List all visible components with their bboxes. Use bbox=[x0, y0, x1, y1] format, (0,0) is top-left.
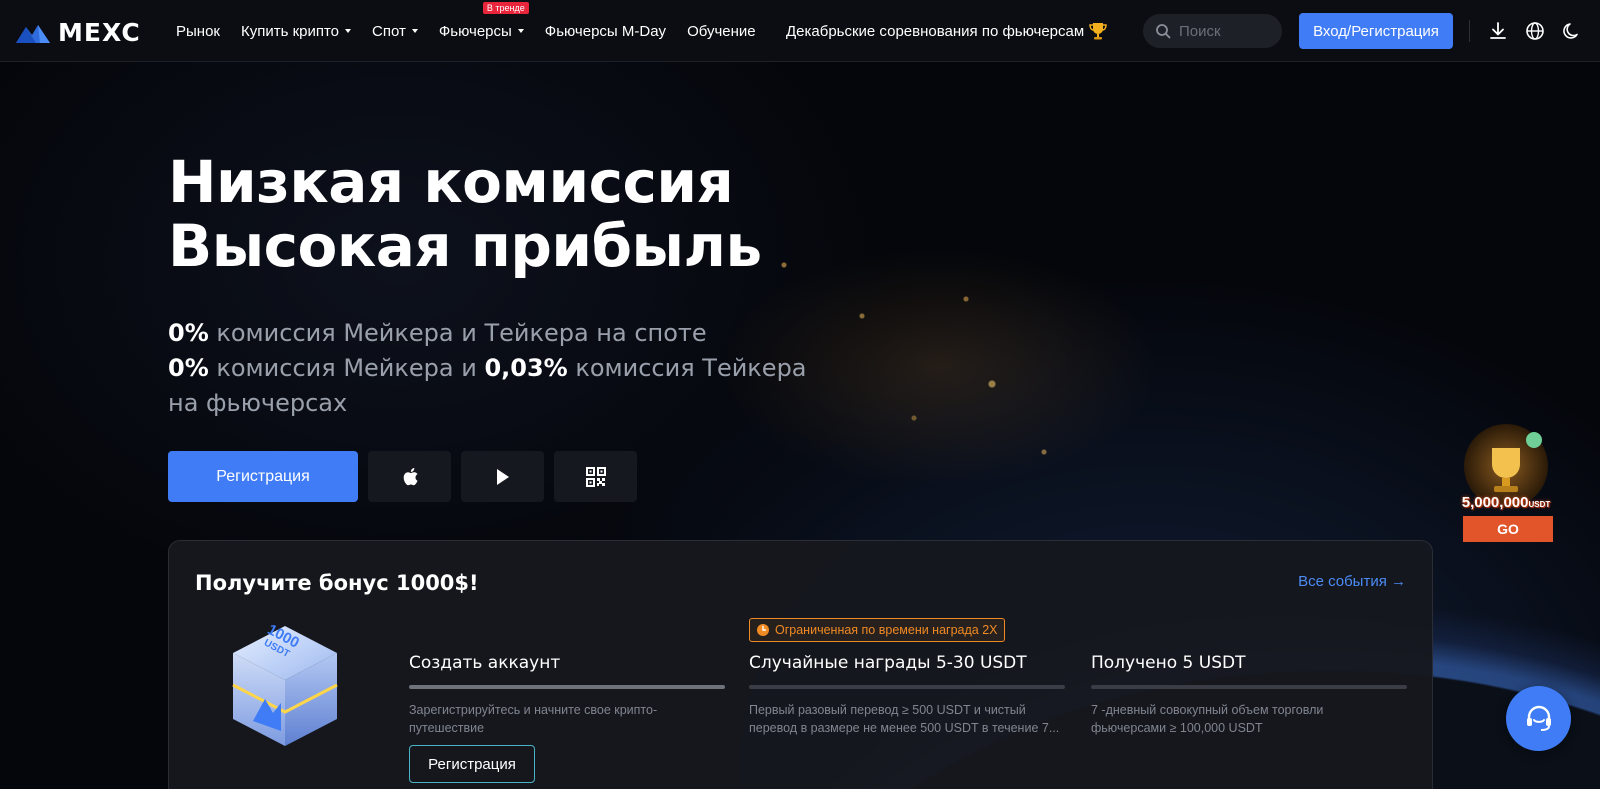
spot-fee-value: 0% bbox=[168, 319, 209, 347]
nav-label: Рынок bbox=[176, 22, 220, 40]
spot-fee-text: комиссия Мейкера и Тейкера на споте bbox=[208, 319, 707, 347]
limited-time-badge: Ограниченная по времени награда 2X bbox=[749, 618, 1005, 642]
step-progress-bar bbox=[409, 685, 725, 689]
hero-subtitle-line2: 0% комиссия Мейкера и 0,03% комиссия Тей… bbox=[168, 351, 808, 421]
step-register-button[interactable]: Регистрация bbox=[409, 745, 535, 783]
nav-item-buy-crypto[interactable]: Купить крипто bbox=[240, 22, 352, 40]
prize-amount: 5,000,000USDT bbox=[1454, 494, 1558, 511]
nav-item-spot[interactable]: Спот bbox=[372, 23, 418, 40]
hero-title-line2: Высокая прибыль bbox=[168, 212, 762, 280]
logo-text: MEXC bbox=[58, 18, 141, 47]
nav-item-learn[interactable]: Обучение bbox=[687, 23, 756, 40]
step-progress-bar bbox=[1091, 685, 1407, 689]
nav-label: Спот bbox=[372, 22, 406, 40]
hero-subtitle-line1: 0% комиссия Мейкера и Тейкера на споте bbox=[168, 316, 808, 351]
main-nav: Рынок Купить крипто Спот В тренде Фьючер… bbox=[176, 0, 756, 62]
chevron-down-icon bbox=[345, 29, 352, 33]
google-play-icon[interactable] bbox=[461, 451, 544, 502]
qr-code-icon[interactable] bbox=[554, 451, 637, 502]
all-events-link[interactable]: Все события → bbox=[1298, 573, 1406, 590]
step-title: Случайные награды 5-30 USDT bbox=[749, 653, 1027, 673]
step-title: Получено 5 USDT bbox=[1091, 653, 1246, 673]
step-title: Создать аккаунт bbox=[409, 653, 561, 673]
mexc-logo[interactable]: MEXC bbox=[16, 18, 141, 47]
headset-icon bbox=[1526, 705, 1551, 731]
search-box[interactable] bbox=[1143, 14, 1282, 48]
futures-fee-text: комиссия Мейкера и bbox=[208, 354, 485, 382]
step-description: 7 -дневный совокупный объем торговли фью… bbox=[1091, 703, 1324, 735]
login-register-button[interactable]: Вход/Регистрация bbox=[1299, 13, 1453, 49]
prize-amount-value: 5,000,000 bbox=[1461, 494, 1529, 511]
trophy-icon bbox=[1089, 23, 1107, 40]
bonus-title: Получите бонус 1000$! bbox=[195, 571, 479, 595]
nav-item-futures-mday[interactable]: Фьючерсы M-Day bbox=[545, 23, 666, 40]
moon-icon[interactable] bbox=[1561, 20, 1583, 42]
hero-register-button[interactable]: Регистрация bbox=[168, 451, 358, 502]
step-description: Зарегистрируйтесь и начните свое крипто-… bbox=[409, 703, 658, 735]
prize-widget[interactable]: 5,000,000USDT GO bbox=[1454, 420, 1558, 542]
promo-link[interactable]: Декабрьские соревнования по фьючерсам bbox=[786, 0, 1108, 62]
download-icon[interactable] bbox=[1487, 20, 1509, 42]
step-description: Первый разовый перевод ≥ 500 USDT и чист… bbox=[749, 703, 1060, 735]
step-create-account: Создать аккаунт Зарегистрируйтесь и начн… bbox=[409, 653, 725, 783]
promo-text: Декабрьские соревнования по фьючерсам bbox=[786, 22, 1085, 40]
step-random-rewards: Случайные награды 5-30 USDT Первый разов… bbox=[749, 653, 1065, 737]
search-icon bbox=[1156, 24, 1171, 39]
nav-divider bbox=[1469, 20, 1470, 42]
bonus-card: Получите бонус 1000$! Все события → 1000… bbox=[168, 540, 1433, 789]
globe-icon[interactable] bbox=[1524, 20, 1546, 42]
nav-item-futures[interactable]: В тренде Фьючерсы bbox=[438, 1, 529, 40]
hero-subtitle: 0% комиссия Мейкера и Тейкера на споте 0… bbox=[168, 316, 808, 421]
nav-item-market[interactable]: Рынок bbox=[176, 23, 220, 40]
chevron-down-icon bbox=[411, 29, 418, 33]
futures-maker-fee-value: 0% bbox=[168, 354, 209, 382]
search-input[interactable] bbox=[1179, 22, 1274, 40]
nav-label: Купить крипто bbox=[240, 22, 340, 40]
hero-title: Низкая комиссия Высокая прибыль bbox=[168, 150, 762, 278]
step-received-usdt: Получено 5 USDT 7 -дневный совокупный об… bbox=[1091, 653, 1407, 737]
top-navbar: MEXC Рынок Купить крипто Спот В тренде Ф… bbox=[0, 0, 1600, 62]
nav-label: Фьючерсы bbox=[438, 22, 512, 40]
nav-label: Обучение bbox=[687, 22, 756, 40]
apple-icon[interactable] bbox=[368, 451, 451, 502]
futures-taker-fee-value: 0,03% bbox=[484, 354, 568, 382]
prize-unit: USDT bbox=[1528, 500, 1551, 509]
nav-label: Фьючерсы M-Day bbox=[544, 22, 667, 40]
prize-go-button[interactable]: GO bbox=[1463, 516, 1553, 542]
trending-badge: В тренде bbox=[482, 1, 529, 14]
limited-badge-text: Ограниченная по времени награда 2X bbox=[775, 623, 998, 637]
chevron-down-icon bbox=[517, 29, 524, 33]
support-chat-button[interactable] bbox=[1506, 686, 1571, 751]
step-progress-bar bbox=[749, 685, 1065, 689]
hero-title-line1: Низкая комиссия bbox=[168, 148, 734, 216]
mexc-logo-icon bbox=[16, 24, 50, 43]
clock-icon bbox=[757, 624, 769, 636]
